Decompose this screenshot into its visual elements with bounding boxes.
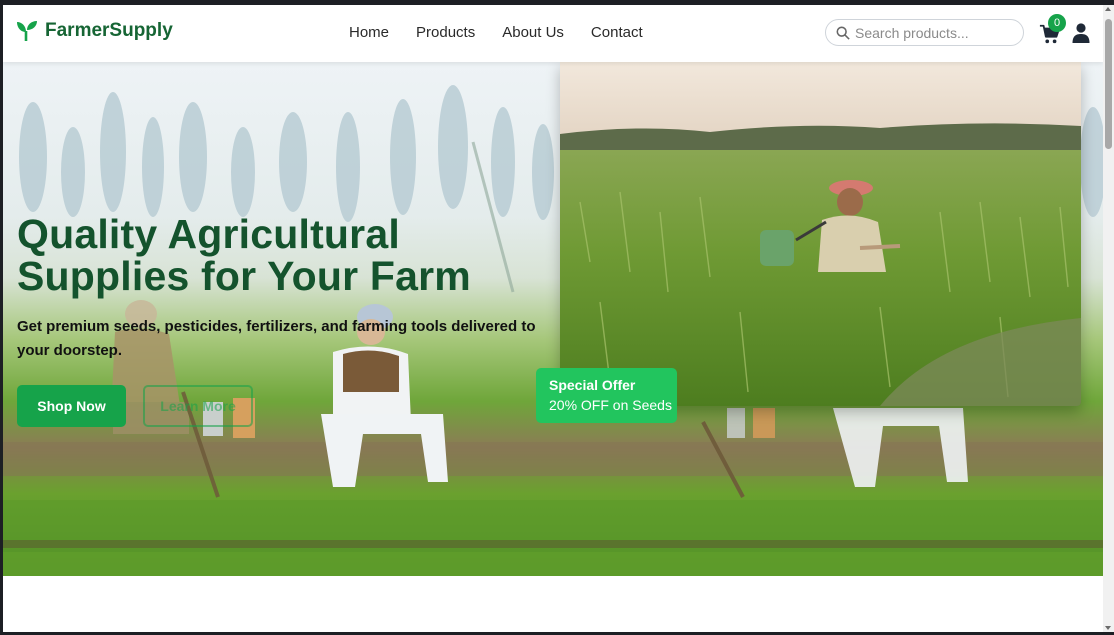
nav-products[interactable]: Products	[416, 24, 475, 41]
offer-text: 20% OFF on Seeds	[549, 397, 672, 413]
hero-title: Quality Agricultural Supplies for Your F…	[17, 211, 471, 299]
farmer-spraying-field-image	[560, 62, 1081, 406]
vertical-scrollbar[interactable]	[1103, 5, 1114, 632]
nav-home[interactable]: Home	[349, 24, 389, 41]
site-header: FarmerSupply Home Products About Us Cont…	[3, 5, 1103, 62]
shop-now-button[interactable]: Shop Now	[17, 385, 126, 427]
hero-subtitle: Get premium seeds, pesticides, fertilize…	[17, 318, 536, 359]
main-nav: Home Products About Us Contact	[349, 24, 670, 41]
learn-more-button[interactable]: Learn More	[143, 385, 253, 427]
hero-content: Quality Agricultural Supplies for Your F…	[17, 213, 562, 363]
special-offer-badge[interactable]: Special Offer 20% OFF on Seeds	[536, 368, 677, 423]
nav-about-us[interactable]: About Us	[502, 24, 564, 41]
search-box	[825, 19, 1024, 46]
search-icon	[836, 26, 850, 40]
offer-title: Special Offer	[549, 377, 636, 393]
cart-count-badge: 0	[1048, 14, 1066, 32]
browser-viewport: FarmerSupply Home Products About Us Cont…	[3, 5, 1103, 632]
scroll-up-arrow-icon[interactable]	[1105, 7, 1111, 11]
nav-contact[interactable]: Contact	[591, 24, 643, 41]
scroll-down-arrow-icon[interactable]	[1105, 626, 1111, 630]
hero-section: Quality Agricultural Supplies for Your F…	[3, 62, 1103, 576]
hero-feature-image	[560, 62, 1081, 406]
brand-name: FarmerSupply	[45, 20, 173, 41]
brand-logo[interactable]: FarmerSupply	[15, 19, 173, 43]
search-input[interactable]	[855, 24, 1015, 41]
user-icon[interactable]	[1072, 23, 1090, 43]
scrollbar-thumb[interactable]	[1105, 19, 1112, 149]
sprout-icon	[17, 21, 37, 41]
